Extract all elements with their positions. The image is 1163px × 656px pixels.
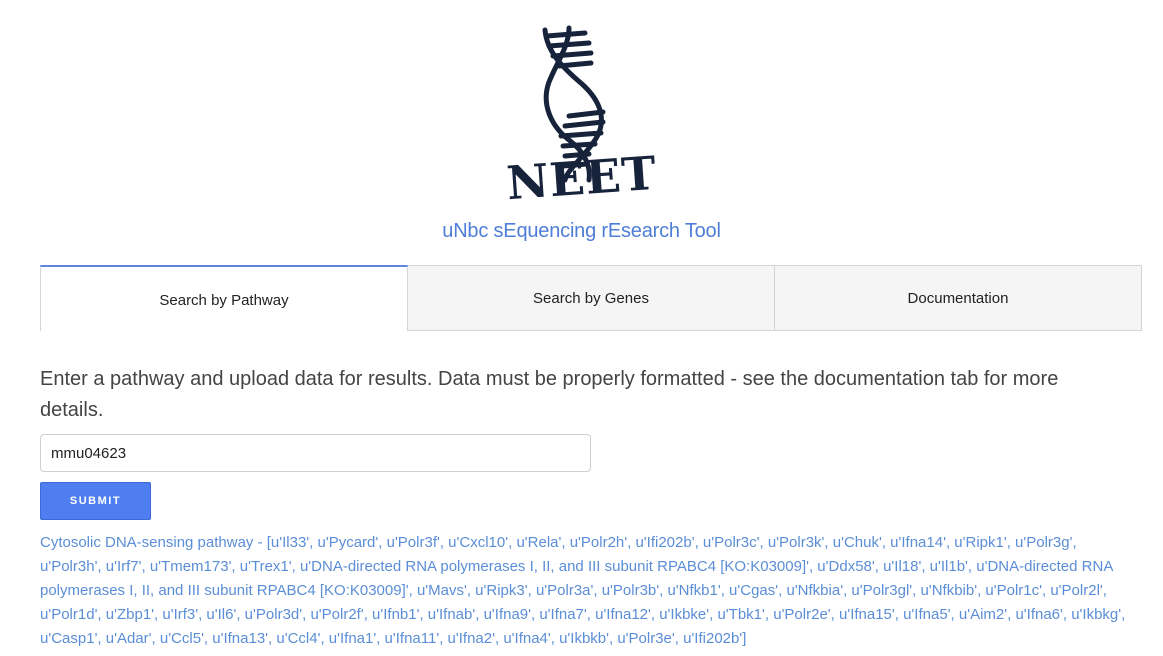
tab-documentation[interactable]: Documentation <box>775 265 1142 331</box>
submit-button[interactable]: SUBMIT <box>40 482 151 520</box>
pathway-input[interactable] <box>40 434 591 472</box>
tab-search-by-genes[interactable]: Search by Genes <box>408 265 775 331</box>
tab-bar: Search by Pathway Search by Genes Docume… <box>40 265 1142 331</box>
instructions-text: Enter a pathway and upload data for resu… <box>40 368 1059 421</box>
dna-helix-icon: NEET <box>507 25 657 202</box>
logo: NEET <box>0 22 1163 202</box>
pathway-result-text: Cytosolic DNA-sensing pathway - [u'Il33'… <box>40 534 1126 647</box>
tab-search-by-pathway[interactable]: Search by Pathway <box>40 265 408 331</box>
app-subtitle: uNbc sEquencing rEsearch Tool <box>442 220 721 242</box>
logo-text: NEET <box>507 146 657 202</box>
